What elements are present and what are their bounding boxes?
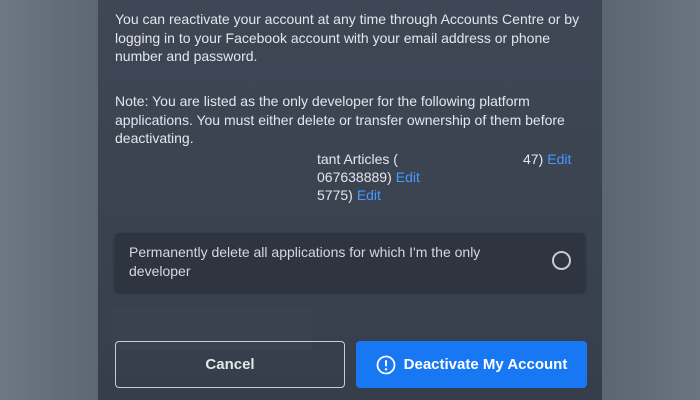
app-item-text: tant Articles ( (317, 151, 398, 167)
app-item: 5775) Edit (317, 186, 381, 204)
cancel-button-label: Cancel (205, 356, 255, 373)
developer-note-text: Note: You are listed as the only develop… (115, 93, 565, 146)
app-item: 47) Edit (523, 150, 571, 168)
app-item-text: 5775) (317, 187, 353, 203)
radio-unchecked-icon[interactable] (552, 251, 571, 270)
exclamation-circle-icon (376, 355, 396, 374)
app-item-text: 067638889) (317, 169, 392, 185)
deactivate-button[interactable]: Deactivate My Account (356, 341, 587, 388)
app-list: tant Articles ( 47) Edit 067638889) Edit 5… (98, 150, 578, 350)
app-edit-link[interactable]: Edit (547, 151, 571, 167)
delete-apps-option[interactable]: Permanently delete all applications for … (115, 233, 585, 292)
backdrop-left (0, 0, 98, 400)
deactivate-button-label: Deactivate My Account (403, 356, 568, 373)
app-item-text: 47) (523, 151, 544, 167)
reactivate-info-text: You can reactivate your account at any t… (115, 11, 580, 64)
cancel-button[interactable]: Cancel (115, 341, 345, 388)
app-edit-link[interactable]: Edit (357, 187, 381, 203)
app-item: 067638889) Edit (317, 168, 420, 186)
app-edit-link[interactable]: Edit (396, 169, 420, 185)
backdrop-right (602, 0, 700, 400)
delete-apps-label: Permanently delete all applications for … (129, 244, 481, 279)
deactivate-account-dialog: You can reactivate your account at any t… (98, 0, 602, 400)
